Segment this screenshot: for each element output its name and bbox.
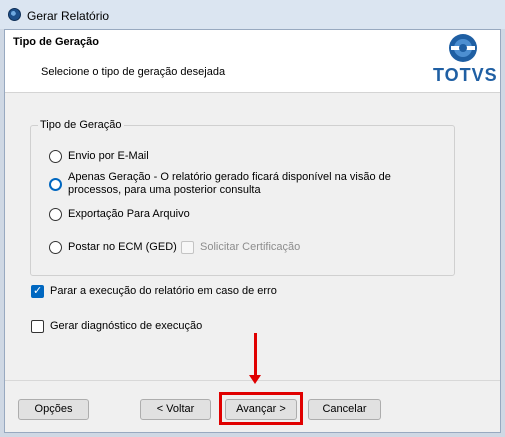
wizard-dialog: Tipo de Geração Selecione o tipo de gera… bbox=[4, 29, 501, 433]
stop-on-error-label[interactable]: Parar a execução do relatório em caso de… bbox=[50, 285, 277, 298]
options-button[interactable]: Opções bbox=[18, 399, 89, 420]
certificate-checkbox[interactable] bbox=[181, 241, 194, 254]
title-bar: Gerar Relatório bbox=[0, 0, 505, 29]
radio-export-file[interactable] bbox=[49, 208, 62, 221]
annotation-highlight-box bbox=[219, 392, 303, 425]
window-title: Gerar Relatório bbox=[27, 9, 110, 23]
page-title: Tipo de Geração bbox=[13, 36, 99, 48]
group-legend: Tipo de Geração bbox=[38, 119, 124, 131]
page-subtitle: Selecione o tipo de geração desejada bbox=[41, 66, 226, 78]
stop-on-error-checkbox[interactable] bbox=[31, 284, 44, 298]
cancel-button[interactable]: Cancelar bbox=[308, 399, 381, 420]
wizard-header: Tipo de Geração Selecione o tipo de gera… bbox=[5, 30, 500, 93]
totvs-logo-icon bbox=[449, 34, 477, 62]
radio-generation-only[interactable] bbox=[49, 178, 62, 191]
annotation-arrow-head-icon bbox=[249, 375, 261, 384]
back-button[interactable]: < Voltar bbox=[140, 399, 211, 420]
radio-generation-only-label-line2[interactable]: processos, para uma posterior consulta bbox=[68, 184, 261, 197]
radio-email-label[interactable]: Envio por E-Mail bbox=[68, 150, 149, 163]
radio-generation-only-label-line1[interactable]: Apenas Geração - O relatório gerado fica… bbox=[68, 171, 391, 184]
radio-post-ecm-label[interactable]: Postar no ECM (GED) bbox=[68, 241, 177, 254]
diagnostic-checkbox[interactable] bbox=[31, 320, 44, 333]
radio-email[interactable] bbox=[49, 150, 62, 163]
radio-export-file-label[interactable]: Exportação Para Arquivo bbox=[68, 208, 190, 221]
totvs-logo-text: TOTVS bbox=[433, 65, 498, 85]
annotation-arrow-shaft bbox=[254, 333, 257, 375]
diagnostic-label[interactable]: Gerar diagnóstico de execução bbox=[50, 320, 202, 333]
app-icon bbox=[8, 8, 21, 21]
radio-post-ecm[interactable] bbox=[49, 241, 62, 254]
certificate-label: Solicitar Certificação bbox=[200, 241, 301, 253]
